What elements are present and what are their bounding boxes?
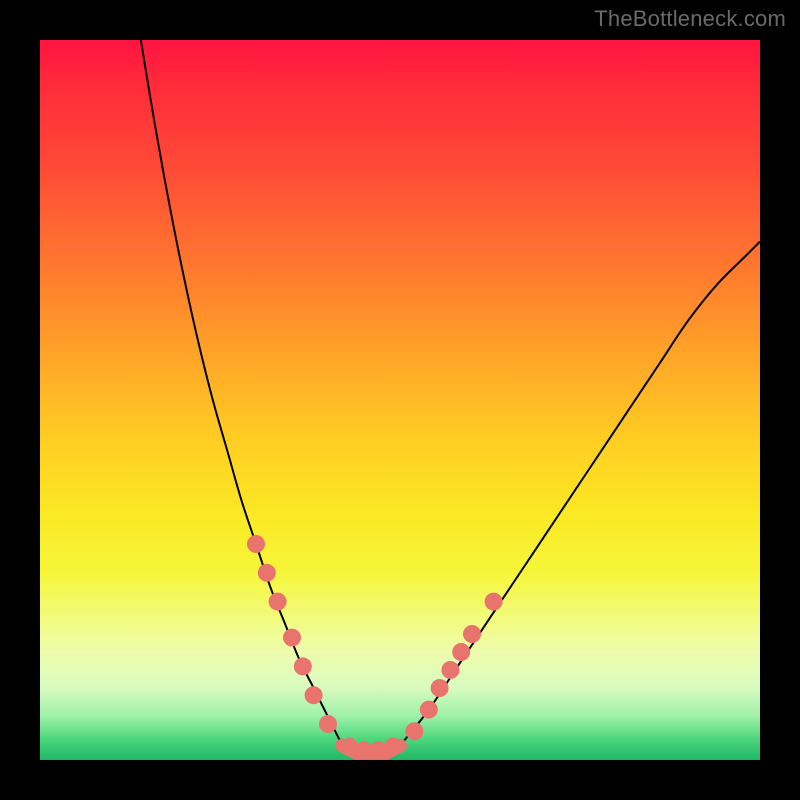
marker-dot	[283, 629, 301, 647]
marker-dot	[441, 661, 459, 679]
marker-dot	[305, 686, 323, 704]
marker-dot	[247, 535, 265, 553]
marker-dot	[342, 738, 358, 754]
marker-dot	[319, 715, 337, 733]
marker-dot	[431, 679, 449, 697]
plot-area	[40, 40, 760, 760]
marker-dot	[420, 701, 438, 719]
marker-dot	[463, 625, 481, 643]
marker-dot	[485, 593, 503, 611]
watermark-text: TheBottleneck.com	[594, 6, 786, 32]
marker-dot	[356, 741, 372, 757]
marker-dot	[385, 738, 401, 754]
curve-left-branch	[141, 40, 343, 746]
marker-dot	[258, 564, 276, 582]
marker-dot	[294, 657, 312, 675]
marker-cluster-right	[405, 593, 502, 741]
marker-dot	[452, 643, 470, 661]
marker-dot	[269, 593, 287, 611]
marker-dot	[370, 741, 386, 757]
marker-cluster-left	[247, 535, 337, 733]
chart-frame: TheBottleneck.com	[0, 0, 800, 800]
chart-svg	[40, 40, 760, 760]
marker-dot	[405, 722, 423, 740]
